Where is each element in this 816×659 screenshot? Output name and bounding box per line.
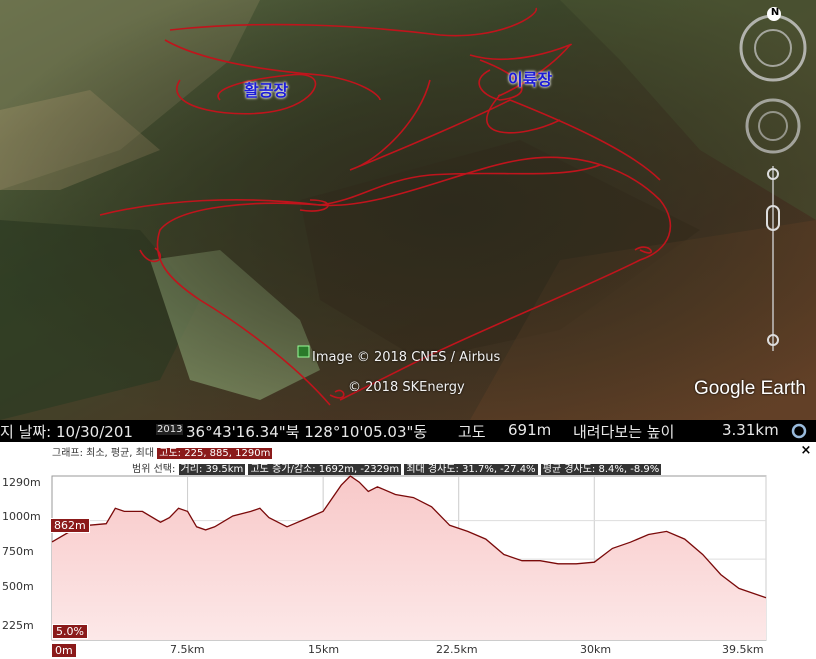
place-label-takeoff[interactable]: 이륙장 — [508, 66, 552, 90]
y-tick-label: 225m — [2, 619, 34, 632]
year-badge: 2013 — [156, 424, 184, 435]
eye-altitude-label: 내려다보는 높이 — [573, 423, 675, 441]
elevation-chart[interactable] — [0, 442, 816, 659]
y-tick-label: 1000m — [2, 510, 41, 523]
altitude-value: 691m — [508, 421, 552, 439]
elevation-profile-panel: 그래프: 최소, 평균, 최대 고도: 225, 885, 1290m 범위 선… — [0, 442, 816, 659]
x-tick-label: 39.5km — [722, 643, 764, 656]
look-joystick-icon[interactable] — [745, 98, 801, 154]
start-elevation-badge: 862m — [50, 518, 90, 533]
north-label: N — [770, 7, 780, 18]
x-tick-label: 15km — [308, 643, 340, 656]
x-tick-label: 7.5km — [170, 643, 205, 656]
navigation-controls — [739, 7, 807, 351]
attribution-data: © 2018 SKEnergy — [348, 380, 465, 395]
slope-badge: 5.0% — [52, 624, 88, 639]
google-earth-logo: Google Earth — [694, 378, 806, 399]
y-tick-label: 750m — [2, 545, 34, 558]
attribution-imagery: Image © 2018 CNES / Airbus — [312, 350, 501, 365]
y-tick-label: 500m — [2, 580, 34, 593]
start-marker[interactable] — [297, 345, 310, 358]
zoom-slider-icon[interactable] — [766, 166, 780, 351]
x-tick-label: 0m — [51, 643, 77, 658]
altitude-label: 고도 — [458, 423, 486, 441]
status-bar: 지 날짜: 10/30/201 2013 36°43'16.34"북 128°1… — [0, 420, 816, 442]
place-label-landing[interactable]: 활공장 — [244, 77, 288, 101]
imagery-date: 지 날짜: 10/30/201 — [0, 423, 133, 441]
y-tick-label: 1290m — [2, 476, 41, 489]
x-tick-label: 22.5km — [436, 643, 478, 656]
pointer-coordinates: 36°43'16.34"북 128°10'05.03"동 — [186, 423, 428, 441]
earth-viewport[interactable]: 활공장 이륙장 Image © 2018 CNES / Airbus © 201… — [0, 0, 816, 420]
streaming-status-icon — [791, 423, 807, 439]
x-tick-label: 30km — [580, 643, 612, 656]
eye-altitude-value: 3.31km — [722, 421, 779, 439]
